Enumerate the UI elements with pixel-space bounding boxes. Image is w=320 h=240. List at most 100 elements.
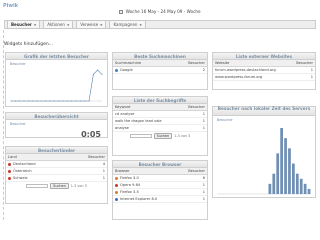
pager-text: 1-3 von 3 [70,184,87,188]
row-label: Firefox 3.0 [113,174,178,182]
bar [303,183,307,194]
table-row[interactable]: Österreich 1 [6,167,107,175]
bar [276,153,280,194]
search-button[interactable]: Suchen [50,183,69,189]
row-label-text: Firefox 3.5 [120,190,139,194]
data-point [88,100,90,102]
row-label: cd analyse [113,110,180,118]
widget-title[interactable]: Besucher nach lokaler Zeit des Servers [213,106,315,116]
table-row[interactable]: Google 2 [113,66,207,74]
data-point [79,100,81,102]
data-point [23,100,25,102]
row-label: walk the dragon lead vale [113,117,180,125]
row-icon [115,176,118,180]
table-row[interactable]: www.wordpress-forum.org 1 [213,73,315,81]
row-label-text: Google [120,68,133,72]
row-label: Österreich [6,167,67,175]
chevron-down-icon: ▼ [66,22,70,27]
row-value: 6 [177,174,207,182]
widget-countries: Besucherländer Land Besucher Deutschland… [5,146,108,204]
series-line [11,69,103,102]
row-label-text: forum.wordpress-deutschland.org [215,68,276,72]
table-row[interactable]: forum.wordpress-deutschland.org 1 [213,66,315,74]
row-icon [115,68,118,72]
widget-title[interactable]: Grafik der letzten Besucher [6,53,107,60]
row-label-text: cd analyse [115,112,135,116]
menu-item-kampagnen[interactable]: Kampagnen ▼ [109,20,146,29]
data-point [49,100,51,102]
row-label-text: walk the dragon lead vale [115,119,162,123]
table-row[interactable]: Deutschland 4 [6,160,107,168]
table-row[interactable]: walk the dragon lead vale 1 [113,117,207,125]
main-menu: Besucher ▼ Aktionen ▼ Verweise ▼ Kampagnen ▼ [4,20,316,29]
table-row[interactable]: Opera 9.64 1 [113,181,207,189]
bar [268,183,272,194]
row-label: Deutschland [6,160,67,168]
bar [295,173,299,194]
table-row[interactable]: Firefox 3.5 1 [113,188,207,196]
countries-table: Land Besucher Deutschland 4 Österreich 1 Sch… [6,154,107,182]
bar [288,148,291,194]
browsers-table: Browser Besucher Firefox 3.0 6 Opera 9.64 1… [113,168,207,203]
data-point [36,100,38,102]
widget-title[interactable]: Besucherländer [6,147,107,154]
bar [280,128,283,194]
table-row[interactable]: Schweiz 1 [6,174,107,182]
data-point [62,100,64,102]
table-row[interactable]: analyse 1 [113,124,207,132]
table-row[interactable]: Firefox 3.0 6 [113,174,207,182]
data-point [10,100,12,102]
menu-item-aktionen[interactable]: Aktionen ▼ [43,20,74,29]
row-label: analyse [113,124,180,132]
data-point [32,100,34,102]
row-value: 4 [66,160,107,168]
keywords-table: Keyword Besucher cd analyse 1 walk the dra… [113,104,207,132]
bar [299,178,303,194]
row-label-text: Opera 9.64 [120,183,141,187]
add-widgets-link[interactable]: Widgets hinzufügen... [4,42,53,47]
row-value: 1 [66,167,107,175]
data-point [14,100,16,102]
piwik-logo: Piwik [3,3,19,9]
overview-legend: Besucher [10,122,26,126]
widget-title[interactable]: Besucherübersicht [6,113,107,120]
data-point [58,100,60,102]
chevron-down-icon: ▼ [139,22,142,27]
row-label-text: Österreich [13,169,32,173]
chevron-down-icon: ▼ [100,22,103,27]
date-range-selector[interactable]: Woche 16 May - 24 May 09 - Woche [110,9,210,14]
table-row[interactable]: Internet Explorer 8.0 1 [113,195,207,203]
pager-text: 1-3 von 3 [174,134,191,138]
row-label: Internet Explorer 8.0 [113,195,178,203]
countries-search-bar: Suchen 1-3 von 3 [6,182,107,190]
widget-visits-graph: Grafik der letzten Besucher Besucher [5,52,108,107]
row-label: forum.wordpress-deutschland.org [213,66,291,74]
search-button[interactable]: Suchen [153,133,173,139]
row-value: 1 [179,110,207,118]
chevron-down-icon: ▼ [33,22,37,27]
data-point [97,69,99,71]
data-point [101,73,103,75]
search-input[interactable] [129,134,152,138]
page-divider [3,30,4,220]
table-row[interactable]: cd analyse 1 [113,110,207,118]
widget-title[interactable]: Liste externer Websites [213,53,315,60]
data-point [45,100,47,102]
menu-item-besucher[interactable]: Besucher ▼ [7,20,41,29]
row-value: 1 [290,66,315,74]
row-label: www.wordpress-forum.org [213,73,291,81]
widget-title[interactable]: Beste Suchmaschinen [113,53,207,60]
menu-item-verweise[interactable]: Verweise ▼ [76,20,107,29]
calendar-icon [119,10,124,14]
widget-title[interactable]: Liste der Suchbegriffe [113,97,207,104]
row-icon [115,183,118,187]
data-point [66,100,68,102]
search-input[interactable] [26,184,49,188]
bar [272,173,276,194]
data-point [75,100,77,102]
widget-title[interactable]: Besucher Browser [113,161,207,168]
keywords-search-bar: Suchen 1-3 von 3 [113,132,207,140]
data-point [53,100,55,102]
widget-overview: Besucherübersicht Besucher 0:05 [5,112,108,139]
row-value: 1 [177,181,207,189]
